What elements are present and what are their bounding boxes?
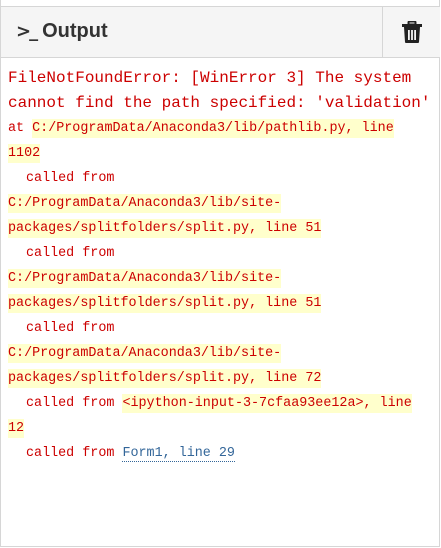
form1-source-link[interactable]: Form1, line 29 [122, 446, 235, 462]
terminal-prompt-icon: >_ [16, 21, 38, 42]
traceback-location: C:/ProgramData/Anaconda3/lib/pathlib.py,… [8, 119, 394, 163]
error-message: FileNotFoundError: [WinError 3] The syst… [8, 69, 431, 112]
traceback-frame: called from C:/ProgramData/Anaconda3/lib… [8, 166, 432, 241]
output-title: >_ Output [16, 20, 108, 43]
called-from-label: called from [26, 396, 115, 411]
traceback-location: C:/ProgramData/Anaconda3/lib/site-packag… [8, 344, 322, 388]
traceback-at-line: at C:/ProgramData/Anaconda3/lib/pathlib.… [8, 116, 432, 166]
traceback-location: C:/ProgramData/Anaconda3/lib/site-packag… [8, 194, 322, 238]
output-title-label: Output [42, 20, 108, 42]
traceback-frame: called from <ipython-input-3-7cfaa93ee12… [8, 391, 432, 441]
called-from-label: called from [26, 246, 115, 261]
output-header: >_ Output [1, 6, 440, 58]
at-label: at [8, 121, 25, 136]
called-from-label: called from [26, 446, 115, 461]
traceback-frame: called from Form1, line 29 [8, 441, 432, 466]
trash-icon [401, 21, 422, 43]
called-from-label: called from [26, 171, 115, 186]
called-from-label: called from [26, 321, 115, 336]
traceback-frame: called from C:/ProgramData/Anaconda3/lib… [8, 316, 432, 391]
traceback-location: C:/ProgramData/Anaconda3/lib/site-packag… [8, 269, 322, 313]
output-content: FileNotFoundError: [WinError 3] The syst… [8, 66, 432, 466]
traceback-frame: called from C:/ProgramData/Anaconda3/lib… [8, 241, 432, 316]
output-panel: >_ Output FileNotFoundError: [WinError 3… [0, 0, 440, 547]
clear-output-button[interactable] [382, 7, 440, 57]
